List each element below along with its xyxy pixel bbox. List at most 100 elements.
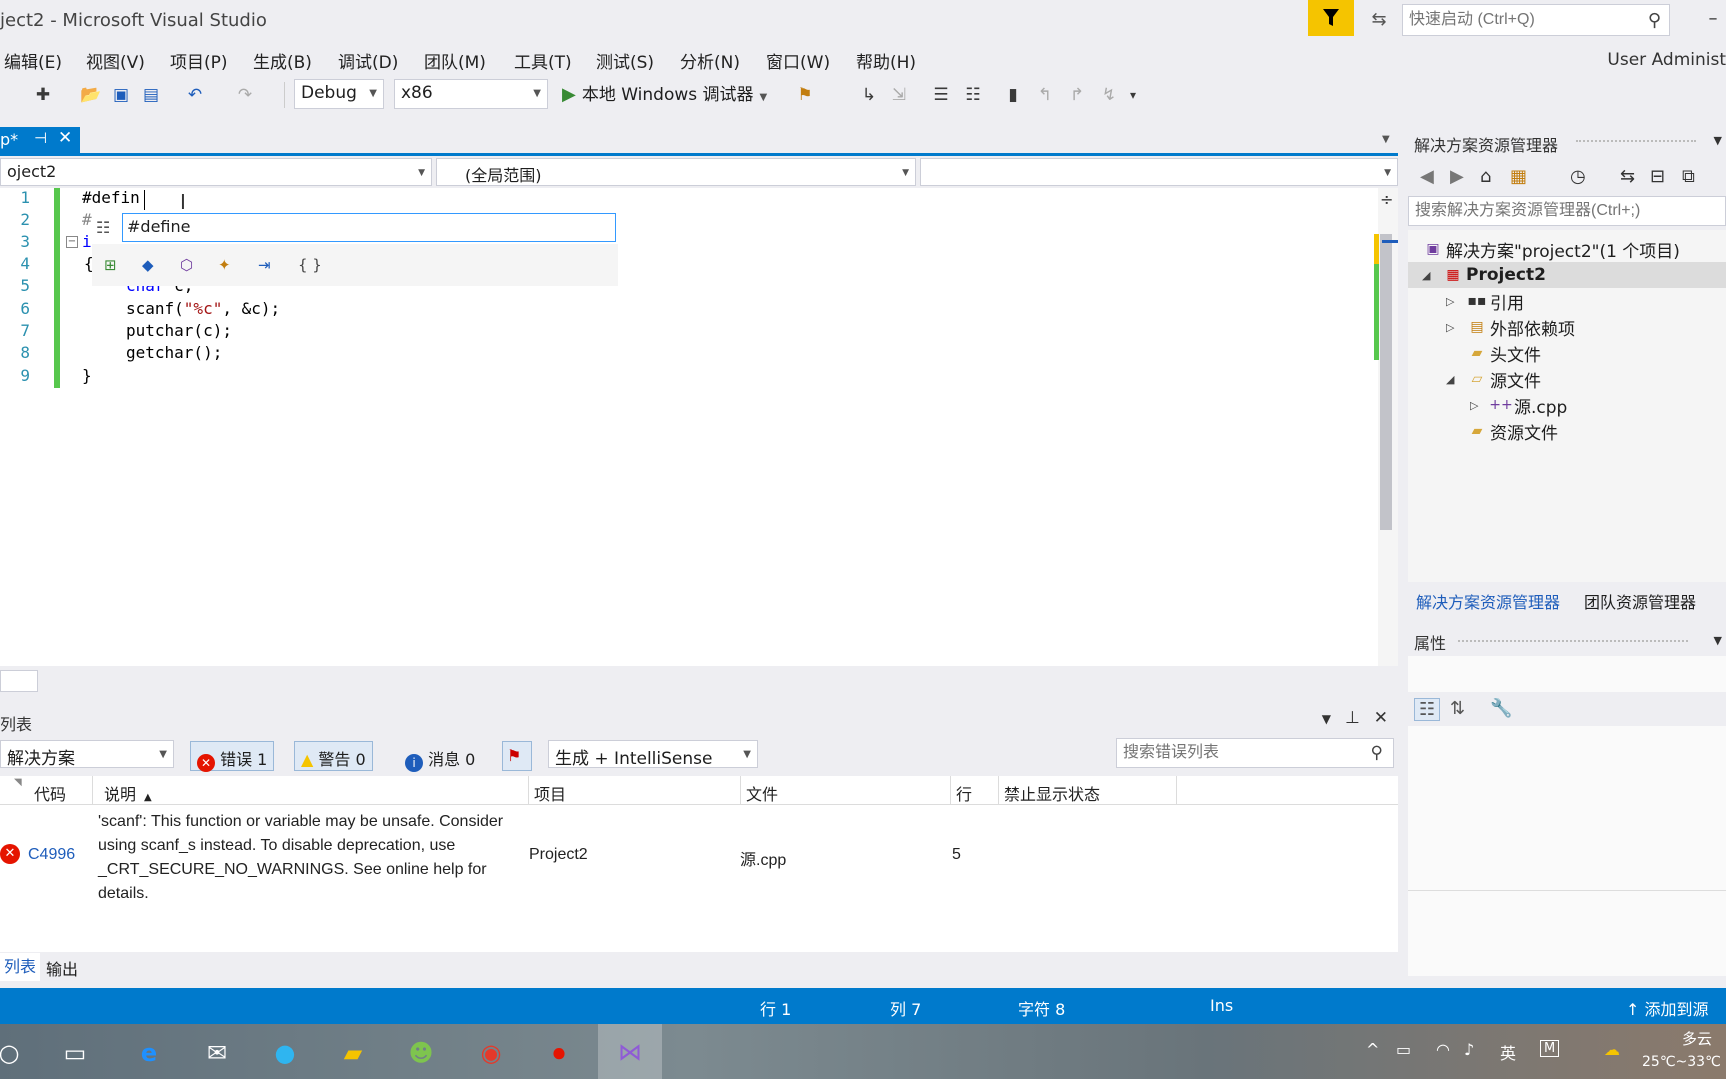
column-header-description[interactable]: 说明 ▲ bbox=[104, 781, 152, 805]
menu-view[interactable]: 视图(V) bbox=[86, 48, 145, 73]
build-filter-icon[interactable]: ⚑ bbox=[502, 741, 532, 771]
configuration-select[interactable]: Debug ▼ bbox=[294, 79, 384, 109]
pending-changes-icon[interactable]: ◷ bbox=[1570, 166, 1586, 187]
grip[interactable] bbox=[1576, 140, 1696, 144]
chrome-icon[interactable]: ◉ bbox=[472, 1034, 510, 1072]
switch-views-icon[interactable]: ▦ bbox=[1510, 166, 1527, 187]
solution-search-input[interactable] bbox=[1409, 197, 1709, 225]
messages-filter-button[interactable]: i 消息 0 bbox=[398, 741, 482, 772]
save-all-icon[interactable]: ▤ bbox=[140, 84, 162, 106]
weather-icon[interactable]: ☁ bbox=[1604, 1040, 1620, 1059]
error-source-select[interactable]: 生成 + IntelliSense ▼ bbox=[548, 740, 758, 769]
expand-toggle-icon[interactable]: ▷ bbox=[1446, 321, 1464, 334]
class-filter-icon[interactable]: ◆ bbox=[142, 256, 154, 274]
app-icon[interactable]: ● bbox=[266, 1034, 304, 1072]
method-filter-icon[interactable]: ⬡ bbox=[180, 256, 193, 274]
error-search-input[interactable] bbox=[1117, 739, 1347, 767]
save-icon[interactable]: ▣ bbox=[110, 84, 132, 106]
open-file-icon[interactable]: 📂 bbox=[80, 84, 102, 106]
feedback-icon[interactable]: ⇆ bbox=[1366, 6, 1392, 32]
back-icon[interactable]: ◀ bbox=[1420, 166, 1434, 187]
column-header-project[interactable]: 项目 bbox=[534, 781, 566, 805]
menu-tools[interactable]: 工具(T) bbox=[514, 48, 572, 73]
tab-output[interactable]: 输出 bbox=[42, 956, 82, 980]
tree-item-external-deps[interactable]: ▷ ▤ 外部依赖项 bbox=[1446, 314, 1575, 340]
new-project-icon[interactable]: ✚ bbox=[32, 84, 54, 106]
column-separator[interactable] bbox=[528, 776, 529, 804]
member-nav-dropdown[interactable]: ▼ bbox=[920, 158, 1398, 186]
column-separator[interactable] bbox=[1176, 776, 1177, 804]
menu-help[interactable]: 帮助(H) bbox=[856, 48, 916, 73]
column-header-line[interactable]: 行 bbox=[956, 781, 972, 805]
property-filter-icon[interactable]: ✦ bbox=[218, 256, 231, 274]
next-bookmark-icon[interactable]: ↱ bbox=[1066, 84, 1088, 106]
categorized-icon[interactable]: ☷ bbox=[1414, 698, 1441, 721]
tree-item-source-files[interactable]: ◢ ▱ 源文件 bbox=[1446, 366, 1541, 392]
field-filter-icon[interactable]: ⇥ bbox=[258, 256, 271, 274]
grip[interactable] bbox=[1458, 640, 1688, 644]
tree-item-project[interactable]: ◢ ▦ Project2 bbox=[1408, 262, 1726, 288]
column-separator[interactable] bbox=[740, 776, 741, 804]
tab-error-list[interactable]: 列表 bbox=[0, 953, 41, 981]
snippet-filter-icon[interactable]: ⊞ bbox=[104, 256, 117, 274]
quick-launch-input[interactable] bbox=[1403, 5, 1633, 35]
search-icon[interactable]: ⚲ bbox=[1371, 743, 1383, 763]
step-out-icon[interactable]: ⇲ bbox=[888, 84, 910, 106]
column-options-icon[interactable]: ◥ bbox=[14, 777, 22, 788]
task-view-icon[interactable]: ▭ bbox=[56, 1034, 94, 1072]
ime-indicator[interactable]: 英 bbox=[1500, 1040, 1516, 1064]
source-control-button[interactable]: ↑ 添加到源 bbox=[1626, 996, 1709, 1020]
scope-nav-dropdown[interactable]: (全局范围) ▼ bbox=[436, 158, 916, 186]
volume-icon[interactable]: ♪ bbox=[1464, 1040, 1474, 1059]
ime-mode-icon[interactable]: M bbox=[1540, 1040, 1560, 1057]
column-header-code[interactable]: 代码 bbox=[34, 781, 66, 805]
column-separator[interactable] bbox=[92, 776, 93, 804]
start-debugging-button[interactable]: ▶ 本地 Windows 调试器 ▼ bbox=[562, 80, 767, 108]
collapse-all-icon[interactable]: ⊟ bbox=[1650, 166, 1665, 187]
pin-icon[interactable]: ⊣ bbox=[34, 129, 47, 147]
sync-icon[interactable]: ⇆ bbox=[1620, 166, 1635, 187]
panel-menu-icon[interactable]: ▼ bbox=[1714, 634, 1722, 647]
find-icon[interactable]: ⚑ bbox=[794, 84, 816, 106]
tree-item-header-files[interactable]: ▰ 头文件 bbox=[1464, 340, 1541, 366]
mail-icon[interactable]: ✉ bbox=[198, 1034, 236, 1072]
menu-debug[interactable]: 调试(D) bbox=[338, 48, 398, 73]
close-icon[interactable]: ✕ bbox=[58, 128, 72, 148]
forward-icon[interactable]: ▶ bbox=[1450, 166, 1464, 187]
quick-launch-box[interactable]: ⚲ bbox=[1402, 4, 1670, 36]
tree-item-solution[interactable]: ▣ 解决方案"project2"(1 个项目) bbox=[1420, 236, 1680, 262]
prev-bookmark-icon[interactable]: ↰ bbox=[1034, 84, 1056, 106]
split-window-icon[interactable]: ÷ bbox=[1380, 190, 1393, 209]
pin-icon[interactable]: ⊥ bbox=[1345, 708, 1360, 728]
menu-test[interactable]: 测试(S) bbox=[596, 48, 654, 73]
error-code-link[interactable]: C4996 bbox=[28, 846, 75, 864]
alphabetical-icon[interactable]: ⇅ bbox=[1450, 698, 1465, 719]
search-icon[interactable]: ⚲ bbox=[1648, 10, 1661, 31]
minimize-button[interactable]: – bbox=[1700, 8, 1726, 34]
close-icon[interactable]: ✕ bbox=[1374, 708, 1388, 728]
menu-edit[interactable]: 编辑(E) bbox=[4, 48, 62, 73]
errors-filter-button[interactable]: ✕ 错误 1 bbox=[190, 741, 275, 772]
redo-icon[interactable]: ↷ bbox=[234, 84, 256, 106]
menu-window[interactable]: 窗口(W) bbox=[766, 48, 830, 73]
column-header-suppression[interactable]: 禁止显示状态 bbox=[1004, 781, 1100, 805]
error-scope-select[interactable]: 解决方案 ▼ bbox=[0, 740, 174, 769]
wechat-icon[interactable]: ☻ bbox=[402, 1034, 440, 1072]
tab-team-explorer[interactable]: 团队资源管理器 bbox=[1584, 589, 1696, 613]
edge-browser-icon[interactable]: e bbox=[130, 1034, 168, 1072]
tree-item-source-cpp[interactable]: ▷ ++ 源.cpp bbox=[1470, 392, 1567, 418]
undo-icon[interactable]: ↶ bbox=[184, 84, 206, 106]
zoom-dropdown[interactable] bbox=[0, 670, 38, 692]
completion-item[interactable]: #define bbox=[122, 213, 616, 242]
platform-select[interactable]: x86 ▼ bbox=[394, 79, 548, 109]
record-icon[interactable]: ⏺ bbox=[540, 1034, 578, 1072]
error-list-search[interactable]: ⚲ bbox=[1116, 738, 1394, 768]
show-all-files-icon[interactable]: ⧉ bbox=[1682, 166, 1695, 187]
expand-toggle-icon[interactable]: ◢ bbox=[1446, 373, 1464, 386]
battery-icon[interactable]: ▭ bbox=[1396, 1040, 1411, 1059]
visual-studio-taskbar-icon[interactable]: ⋈ bbox=[598, 1024, 662, 1079]
menu-team[interactable]: 团队(M) bbox=[424, 48, 486, 73]
project-nav-dropdown[interactable]: oject2 ▼ bbox=[0, 158, 432, 186]
solution-explorer-search[interactable] bbox=[1408, 196, 1726, 226]
expand-toggle-icon[interactable]: ▷ bbox=[1446, 295, 1464, 308]
